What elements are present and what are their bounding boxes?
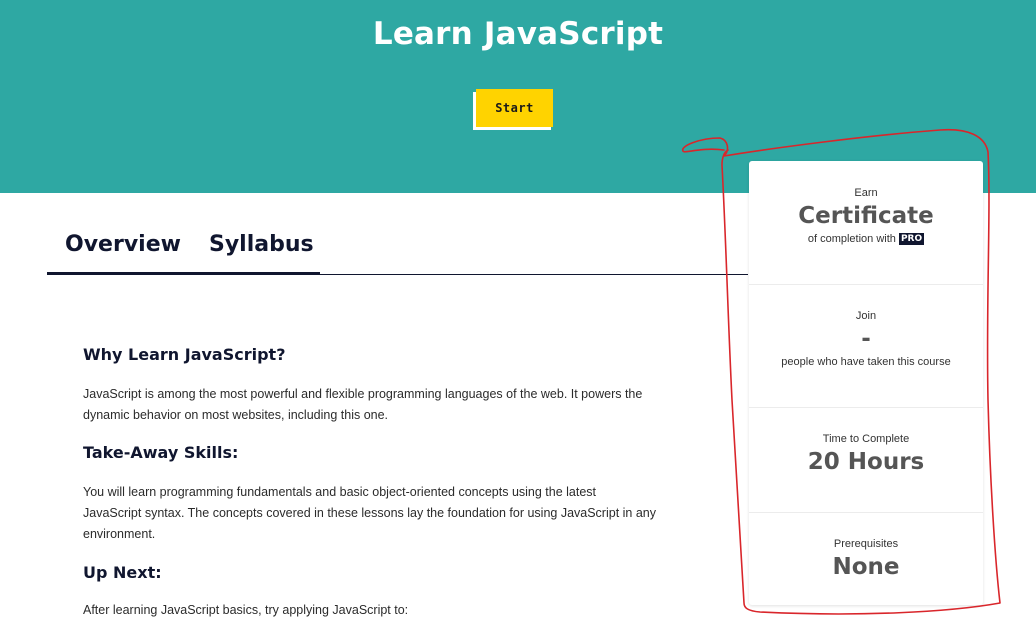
tab-overview[interactable]: Overview bbox=[65, 232, 181, 257]
tab-syllabus[interactable]: Syllabus bbox=[209, 232, 314, 257]
stat-earn-value: Certificate bbox=[798, 203, 934, 229]
section-text-why-line-1: JavaScript is among the most powerful an… bbox=[83, 387, 643, 401]
stat-join-sub: people who have taken this course bbox=[781, 356, 951, 368]
stat-earn: Earn Certificate of completion with PRO bbox=[749, 187, 983, 246]
stat-prerequisites-value: None bbox=[832, 554, 900, 580]
stat-join: Join - people who have taken this course bbox=[749, 310, 983, 368]
stat-earn-sub: of completion with PRO bbox=[749, 233, 983, 246]
stat-prerequisites-label: Prerequisites bbox=[833, 538, 899, 550]
stat-earn-sub-text: of completion with bbox=[807, 233, 896, 245]
active-tab-indicator bbox=[47, 272, 320, 275]
section-text-skills-line-3: environment. bbox=[83, 527, 156, 541]
stat-time-label: Time to Complete bbox=[822, 433, 910, 445]
section-heading-why: Why Learn JavaScript? bbox=[83, 345, 286, 364]
stat-time-value: 20 Hours bbox=[807, 449, 925, 475]
section-text-skills-line-2: JavaScript syntax. The concepts covered … bbox=[83, 506, 657, 520]
start-button[interactable]: Start bbox=[476, 89, 553, 127]
stat-join-value: - bbox=[861, 326, 871, 352]
section-text-skills-line-1: You will learn programming fundamentals … bbox=[83, 485, 597, 499]
course-page: Learn JavaScript Start Overview Syllabus… bbox=[0, 0, 1036, 627]
stat-divider bbox=[749, 284, 983, 285]
course-stats-card: Earn Certificate of completion with PRO … bbox=[749, 161, 983, 605]
course-title: Learn JavaScript bbox=[372, 16, 664, 52]
stat-prerequisites: Prerequisites None bbox=[749, 538, 983, 580]
stat-earn-label: Earn bbox=[854, 187, 878, 199]
section-text-why-line-2: dynamic behavior on most websites, inclu… bbox=[83, 408, 389, 422]
stat-divider bbox=[749, 407, 983, 408]
pro-badge: PRO bbox=[898, 233, 925, 246]
section-heading-next: Up Next: bbox=[83, 563, 162, 582]
section-heading-skills: Take-Away Skills: bbox=[83, 443, 239, 462]
section-text-next-line-1: After learning JavaScript basics, try ap… bbox=[83, 603, 409, 617]
stat-divider bbox=[749, 512, 983, 513]
course-tabs: Overview Syllabus bbox=[47, 232, 748, 276]
stat-join-label: Join bbox=[855, 310, 877, 322]
stat-time: Time to Complete 20 Hours bbox=[749, 433, 983, 475]
